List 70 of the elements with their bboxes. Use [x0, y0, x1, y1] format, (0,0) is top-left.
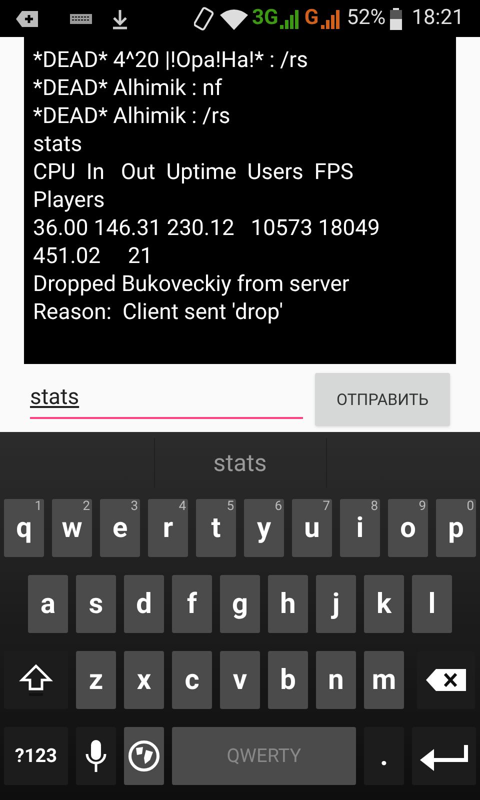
battery-icon — [390, 8, 402, 30]
globe-key[interactable] — [124, 727, 164, 785]
key[interactable]: e 3 — [100, 499, 140, 557]
key[interactable]: l — [412, 575, 452, 633]
download-icon — [110, 8, 130, 30]
key[interactable]: o 9 — [388, 499, 428, 557]
key[interactable]: f — [172, 575, 212, 633]
key[interactable]: v — [220, 651, 260, 709]
battery-percent: 52% — [346, 4, 386, 32]
key[interactable]: h — [268, 575, 308, 633]
globe-icon — [128, 740, 160, 772]
wifi-icon — [220, 8, 248, 30]
clock: 18:21 — [412, 4, 464, 32]
console-line: *DEAD* Alhimik : nf — [33, 75, 224, 103]
console-line: 451.02 21 — [33, 243, 154, 271]
key[interactable]: b — [268, 651, 308, 709]
send-button[interactable]: ОТПРАВИТЬ — [315, 373, 450, 426]
key[interactable]: g — [220, 575, 260, 633]
console-line: Dropped Bukoveckiy from server — [33, 271, 350, 299]
signal-icon — [280, 9, 300, 29]
console-line: 36.00 146.31 230.12 10573 18049 — [33, 215, 381, 243]
microphone-icon — [84, 739, 108, 773]
key-hint: 8 — [370, 500, 378, 513]
mic-key[interactable] — [76, 727, 116, 785]
key[interactable]: d — [124, 575, 164, 633]
key[interactable]: k — [364, 575, 404, 633]
network-type: 3G — [252, 8, 278, 29]
key-hint: 4 — [178, 500, 186, 513]
key-hint: 3 — [130, 500, 138, 513]
key-hint: 9 — [418, 500, 426, 513]
enter-key[interactable] — [412, 727, 476, 785]
console-line: Reason: Client sent 'drop' — [33, 299, 284, 327]
phone-rotate-icon — [194, 6, 214, 32]
key[interactable]: q 1 — [4, 499, 44, 557]
console-line: stats — [33, 131, 84, 159]
key[interactable]: n — [316, 651, 356, 709]
key[interactable]: i 8 — [340, 499, 380, 557]
shift-icon — [19, 663, 53, 697]
notification-icon — [16, 8, 40, 28]
console-line: *DEAD* Alhimik : /rs — [33, 103, 232, 131]
key[interactable]: t 5 — [196, 499, 236, 557]
key-hint: 5 — [226, 500, 234, 513]
network-type: G — [304, 8, 319, 29]
period-key[interactable]: . — [364, 727, 404, 785]
key[interactable]: r 4 — [148, 499, 188, 557]
console-line: *DEAD* 4^20 |!Opa!Ha!* : /rs — [33, 47, 309, 75]
symbols-key[interactable]: ?123 — [4, 727, 68, 785]
key-hint: 7 — [322, 500, 330, 513]
key[interactable]: s — [76, 575, 116, 633]
key-hint: 0 — [466, 500, 474, 513]
key[interactable]: y 6 — [244, 499, 284, 557]
key-hint: 2 — [82, 500, 90, 513]
keyboard-icon — [70, 14, 92, 24]
key[interactable]: j — [316, 575, 356, 633]
key[interactable]: w 2 — [52, 499, 92, 557]
console-line: Players — [33, 187, 106, 215]
console-line: CPU In Out Uptime Users FPS — [33, 159, 354, 187]
key[interactable]: c — [172, 651, 212, 709]
signal-icon — [320, 9, 341, 29]
key[interactable]: m — [364, 651, 404, 709]
backspace-icon — [426, 669, 466, 691]
key[interactable]: a — [28, 575, 68, 633]
key[interactable]: x — [124, 651, 164, 709]
key-hint: 6 — [274, 500, 282, 513]
message-input[interactable]: stats — [30, 378, 303, 419]
key-hint: 1 — [34, 500, 42, 513]
key[interactable]: z — [76, 651, 116, 709]
key[interactable]: u 7 — [292, 499, 332, 557]
key[interactable]: p 0 — [436, 499, 476, 557]
suggestion[interactable]: stats — [154, 438, 326, 488]
